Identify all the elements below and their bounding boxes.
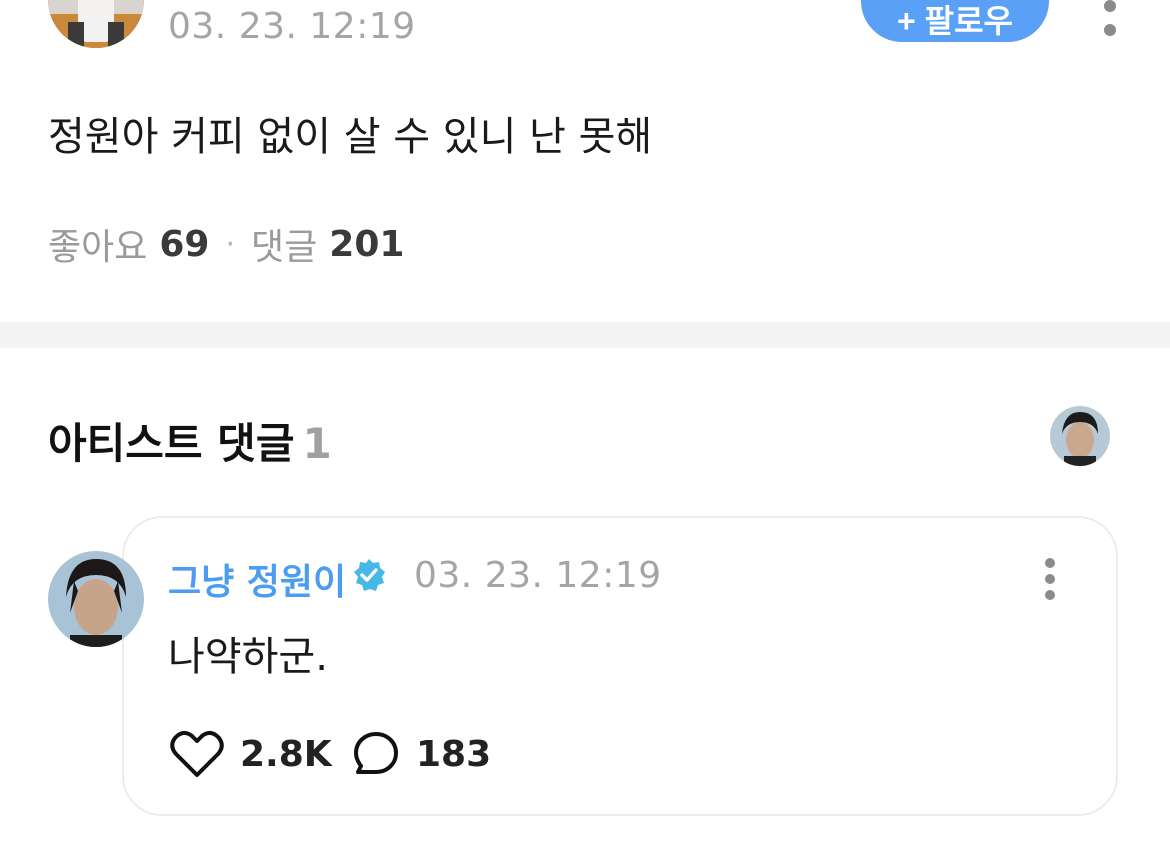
- more-vertical-icon[interactable]: [1032, 554, 1068, 600]
- like-count: 2.8K: [240, 733, 332, 775]
- commenter-name[interactable]: 그냥 정원이: [168, 553, 346, 605]
- reply-button[interactable]: 183: [352, 728, 491, 780]
- stats-separator: ·: [225, 226, 236, 262]
- reply-count: 183: [416, 733, 492, 775]
- section-divider: [0, 322, 1170, 348]
- post-body-text: 정원아 커피 없이 살 수 있니 난 못해: [48, 114, 653, 160]
- author-avatar[interactable]: [48, 0, 144, 48]
- artist-comments-title: 아티스트 댓글 1: [48, 410, 332, 471]
- like-button[interactable]: 2.8K: [170, 728, 332, 780]
- likes-label: 좋아요: [48, 227, 148, 268]
- post-timestamp: 03. 23. 12:19: [168, 6, 416, 47]
- heart-outline-icon: [170, 731, 224, 777]
- commenter-avatar-image: [48, 551, 144, 647]
- comments-count[interactable]: 201: [329, 224, 404, 265]
- more-vertical-icon[interactable]: [1092, 0, 1128, 44]
- artist-comments-title-text: 아티스트 댓글: [48, 419, 295, 468]
- likes-count: 69: [159, 223, 210, 265]
- comment-text: 나약하군.: [168, 634, 328, 680]
- follow-button-label: + 팔로우: [897, 3, 1013, 39]
- comments-label[interactable]: 댓글: [251, 218, 317, 270]
- post-header: 03. 23. 12:19 + 팔로우: [0, 0, 1170, 60]
- artist-thumbnail-image: [1050, 406, 1110, 466]
- author-avatar-image: [48, 0, 144, 48]
- comment-timestamp: 03. 23. 12:19: [414, 555, 662, 596]
- verified-badge-icon: [354, 559, 385, 591]
- post-stats: 좋아요 69 · 댓글 201: [48, 218, 404, 270]
- speech-bubble-icon: [354, 732, 398, 774]
- follow-button[interactable]: + 팔로우: [861, 0, 1049, 42]
- artist-comments-count: 1: [302, 419, 332, 468]
- commenter-avatar[interactable]: [48, 551, 144, 647]
- artist-thumbnail-avatar[interactable]: [1050, 406, 1110, 466]
